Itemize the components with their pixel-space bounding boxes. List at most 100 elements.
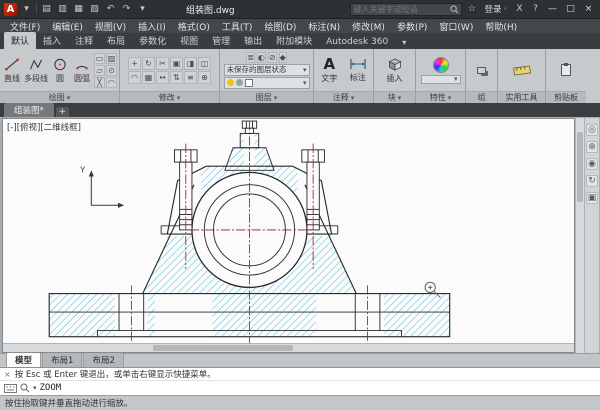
- layer-state-dropdown[interactable]: 未保存的图层状态 ▾: [223, 63, 310, 76]
- menu-insert[interactable]: 插入(I): [132, 20, 172, 33]
- polygon-tool-icon[interactable]: ▱: [94, 64, 105, 76]
- help-icon[interactable]: ?: [529, 3, 542, 16]
- ribbon-tab-view[interactable]: 视图: [173, 32, 205, 49]
- search-icon[interactable]: [449, 3, 459, 16]
- ribbon-tab-addins[interactable]: 附加模块: [269, 32, 319, 49]
- array-tool-icon[interactable]: ▦: [142, 70, 155, 84]
- group-icon[interactable]: [477, 66, 486, 74]
- ribbon-tab-parametric[interactable]: 参数化: [132, 32, 173, 49]
- spline-tool-icon[interactable]: ◠: [106, 76, 117, 88]
- mirror-tool-icon[interactable]: ◫: [198, 56, 211, 70]
- polyline-tool-button[interactable]: 多段线: [24, 57, 48, 84]
- menu-modify[interactable]: 修改(M): [346, 20, 391, 33]
- arc-tool-button[interactable]: 圆弧: [72, 57, 92, 84]
- menu-file[interactable]: 文件(F): [4, 20, 46, 33]
- layer-properties-icon[interactable]: ≣: [246, 51, 255, 63]
- command-close-icon[interactable]: ×: [4, 370, 11, 379]
- stretch-tool-icon[interactable]: ↔: [156, 70, 169, 84]
- measure-icon[interactable]: [512, 63, 531, 77]
- insert-block-button[interactable]: 插入: [381, 57, 408, 84]
- ribbon-tab-a360[interactable]: Autodesk 360: [319, 35, 395, 49]
- command-input-row[interactable]: ▾ ZOOM: [0, 381, 600, 395]
- zoom-extents-icon[interactable]: ⊕: [586, 141, 598, 153]
- open-file-icon[interactable]: ▥: [56, 3, 69, 16]
- explode-tool-icon[interactable]: ⊕: [198, 70, 211, 84]
- drawing-svg[interactable]: Y: [3, 119, 574, 353]
- trim-tool-icon[interactable]: ✂: [156, 56, 169, 70]
- layout-tab-layout1[interactable]: 布局1: [42, 352, 83, 367]
- menu-window[interactable]: 窗口(W): [433, 20, 479, 33]
- horizontal-scrollbar-thumb[interactable]: [153, 345, 293, 351]
- exchange-apps-icon[interactable]: X: [513, 3, 526, 16]
- showmotion-icon[interactable]: ▣: [586, 192, 598, 204]
- recent-commands-icon[interactable]: [20, 383, 30, 393]
- line-tool-button[interactable]: 直线: [2, 57, 22, 84]
- close-button[interactable]: ×: [581, 2, 596, 16]
- offset-tool-icon[interactable]: ≡: [184, 70, 197, 84]
- rotate-tool-icon[interactable]: ↻: [142, 56, 155, 70]
- clipboard-icon[interactable]: [561, 63, 571, 76]
- panel-utilities-title[interactable]: 实用工具: [498, 91, 545, 103]
- color-wheel-icon[interactable]: [432, 56, 449, 73]
- ribbon-tab-insert[interactable]: 插入: [36, 32, 68, 49]
- dimension-tool-button[interactable]: 标注: [345, 57, 372, 83]
- drawing-canvas[interactable]: [-][俯视][二维线框] Y: [2, 118, 575, 353]
- pan-icon[interactable]: ◉: [586, 158, 598, 170]
- maximize-button[interactable]: □: [563, 2, 578, 16]
- circle-tool-button[interactable]: 圆: [50, 57, 70, 84]
- orbit-icon[interactable]: ↻: [586, 175, 598, 187]
- plot-icon[interactable]: ▧: [88, 3, 101, 16]
- panel-layers-title[interactable]: 图层 ▾: [220, 91, 313, 103]
- ribbon-minimize-icon[interactable]: ▾: [399, 36, 409, 49]
- ribbon-tab-manage[interactable]: 管理: [205, 32, 237, 49]
- menu-view[interactable]: 视图(V): [89, 20, 132, 33]
- panel-properties-title[interactable]: 特性 ▾: [416, 91, 465, 103]
- rectangle-tool-icon[interactable]: ▭: [94, 52, 105, 64]
- save-file-icon[interactable]: ▦: [72, 3, 85, 16]
- signin-button[interactable]: 登录 ▾: [481, 3, 510, 15]
- layer-freeze-icon[interactable]: ◆: [278, 51, 287, 63]
- ribbon-tab-layout[interactable]: 布局: [100, 32, 132, 49]
- text-tool-button[interactable]: A 文字: [316, 56, 343, 84]
- recent-commands-dropdown-icon[interactable]: ▾: [33, 384, 37, 392]
- xline-tool-icon[interactable]: ╳: [94, 76, 105, 88]
- new-file-icon[interactable]: ▤: [40, 3, 53, 16]
- qat-dropdown-icon[interactable]: ▾: [136, 3, 149, 16]
- scale-tool-icon[interactable]: ⇅: [170, 70, 183, 84]
- panel-block-title[interactable]: 块 ▾: [374, 91, 415, 103]
- redo-icon[interactable]: ↷: [120, 3, 133, 16]
- new-drawing-tab-button[interactable]: +: [55, 107, 69, 117]
- panel-group-title[interactable]: 组: [466, 91, 497, 103]
- fillet-tool-icon[interactable]: ◠: [128, 70, 141, 84]
- ribbon-tab-home[interactable]: 默认: [4, 32, 37, 49]
- copy-tool-icon[interactable]: ◨: [184, 56, 197, 70]
- layout-tab-layout2[interactable]: 布局2: [83, 352, 124, 367]
- color-dropdown[interactable]: ▾: [420, 74, 461, 84]
- layer-off-icon[interactable]: ◐: [256, 51, 266, 63]
- erase-tool-icon[interactable]: ▣: [170, 56, 183, 70]
- layout-tab-model[interactable]: 模型: [6, 352, 42, 367]
- logo-dropdown-icon[interactable]: ▾: [20, 3, 33, 16]
- move-tool-icon[interactable]: +: [128, 56, 141, 70]
- menu-format[interactable]: 格式(O): [172, 20, 216, 33]
- navigation-wheel-icon[interactable]: ◎: [586, 124, 598, 136]
- minimize-button[interactable]: —: [545, 2, 560, 16]
- autocad-logo-button[interactable]: A: [4, 2, 17, 16]
- menu-tools[interactable]: 工具(T): [216, 20, 259, 33]
- menu-help[interactable]: 帮助(H): [479, 20, 523, 33]
- panel-draw-title[interactable]: 绘图 ▾: [0, 91, 119, 103]
- layer-select-dropdown[interactable]: ▾: [223, 76, 310, 89]
- undo-icon[interactable]: ↶: [104, 3, 117, 16]
- drawing-file-tab[interactable]: 组装图*: [4, 103, 54, 117]
- menu-edit[interactable]: 编辑(E): [46, 20, 89, 33]
- hatch-tool-icon[interactable]: ▨: [106, 52, 117, 64]
- horizontal-scrollbar[interactable]: [3, 343, 574, 352]
- menu-dimension[interactable]: 标注(N): [302, 20, 346, 33]
- vertical-scrollbar[interactable]: [575, 118, 584, 353]
- panel-modify-title[interactable]: 修改 ▾: [120, 91, 219, 103]
- vertical-scrollbar-thumb[interactable]: [577, 132, 583, 202]
- ribbon-tab-output[interactable]: 输出: [237, 32, 269, 49]
- panel-clipboard-title[interactable]: 剪贴板: [546, 91, 586, 103]
- search-input[interactable]: [353, 4, 448, 14]
- viewport-controls-label[interactable]: [-][俯视][二维线框]: [7, 121, 81, 133]
